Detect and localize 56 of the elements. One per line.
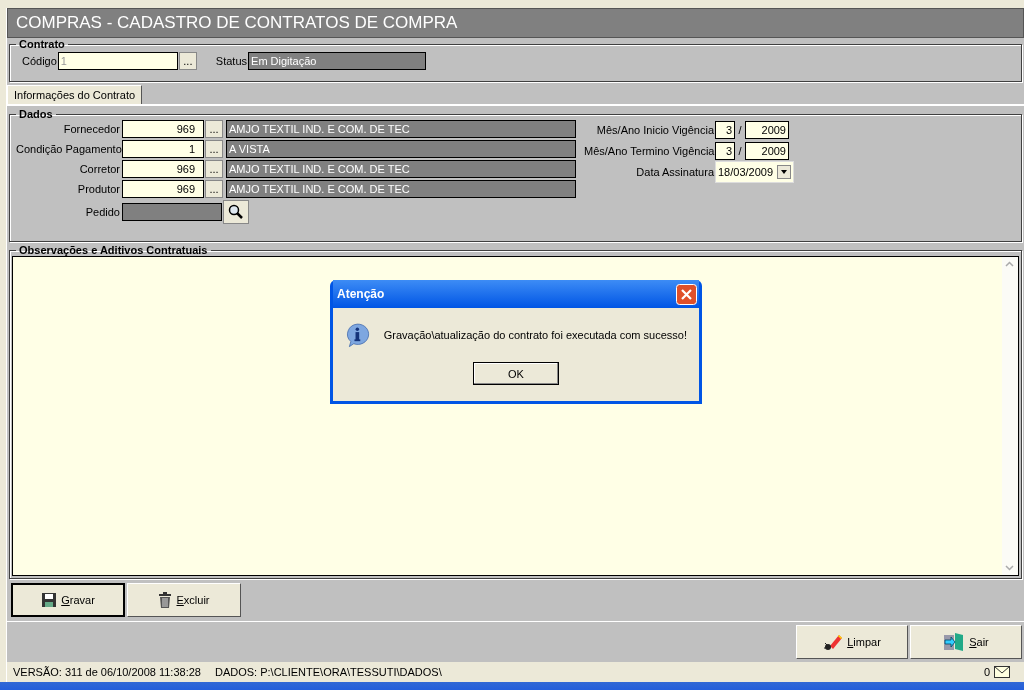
field-label: Fornecedor (62, 123, 120, 135)
ok-button[interactable]: OK (473, 362, 559, 385)
search-button[interactable] (223, 200, 249, 224)
code-field[interactable]: 969 (122, 120, 204, 138)
group-title: Observações e Aditivos Contratuais (18, 244, 209, 256)
code-field[interactable]: 969 (122, 180, 204, 198)
status-field: Em Digitação (248, 52, 427, 70)
lookup-button[interactable]: ... (205, 120, 223, 138)
lookup-button[interactable]: ... (205, 180, 223, 198)
scrollbar[interactable] (1002, 257, 1018, 575)
year-field[interactable]: 2009 (745, 141, 789, 160)
lookup-button[interactable]: ... (205, 140, 223, 158)
year-field[interactable]: 2009 (745, 120, 789, 139)
field-label: Mês/Ano Termino Vigência (584, 144, 714, 157)
separator-text: / (737, 144, 743, 157)
code-field[interactable]: 969 (122, 160, 204, 178)
action-button[interactable]: Limpar (796, 625, 908, 659)
description-field: AMJO TEXTIL IND. E COM. DE TEC (226, 120, 576, 138)
month-field[interactable]: 3 (715, 120, 735, 139)
trash-icon (158, 592, 173, 608)
lookup-button[interactable]: ... (178, 52, 197, 70)
field-label: Condição Pagamento (16, 143, 120, 155)
field-label: Data Assinatura (635, 165, 714, 178)
date-picker[interactable]: 18/03/2009 (715, 160, 795, 183)
description-field: AMJO TEXTIL IND. E COM. DE TEC (226, 160, 576, 178)
dialog-message: Gravação\atualização do contrato foi executada com sucesso! (383, 329, 687, 341)
action-button[interactable]: Gravar (11, 583, 125, 617)
status-text: VERSÃO: 311 de 06/10/2008 11:38:28 (13, 666, 201, 678)
close-icon[interactable] (676, 283, 697, 305)
field-label: Produtor (76, 183, 120, 195)
tab[interactable]: Informações do Contrato (7, 85, 143, 104)
message-count: 0 (983, 666, 990, 678)
field-label: Status (215, 55, 248, 67)
action-button[interactable]: Sair (910, 625, 1022, 659)
description-field: AMJO TEXTIL IND. E COM. DE TEC (226, 180, 576, 198)
envelope-icon (994, 666, 1010, 678)
dropdown-icon (777, 164, 792, 179)
field-label: Corretor (78, 163, 120, 175)
exit-door-icon (943, 632, 966, 652)
form-title: COMPRAS - CADASTRO DE CONTRATOS DE COMPRA (16, 13, 458, 33)
eraser-icon (823, 633, 844, 651)
group-title: Dados (18, 108, 54, 120)
action-button[interactable]: Excluir (127, 583, 241, 617)
field-label: Mês/Ano Inicio Vigência (595, 123, 714, 136)
search-icon (228, 204, 244, 220)
separator-text: / (737, 123, 743, 136)
status-text: DADOS: P:\CLIENTE\ORA\TESSUTI\DADOS\ (214, 666, 443, 678)
code-field[interactable]: 1 (122, 140, 204, 158)
month-field[interactable]: 3 (715, 141, 735, 160)
dialog-title: Atenção (337, 287, 385, 301)
lookup-button[interactable]: ... (205, 160, 223, 178)
order-field[interactable] (122, 203, 222, 221)
group-title: Contrato (18, 38, 66, 50)
description-field: A VISTA (226, 140, 576, 158)
field-label: Pedido (84, 206, 120, 218)
field-label: Código (22, 55, 57, 67)
